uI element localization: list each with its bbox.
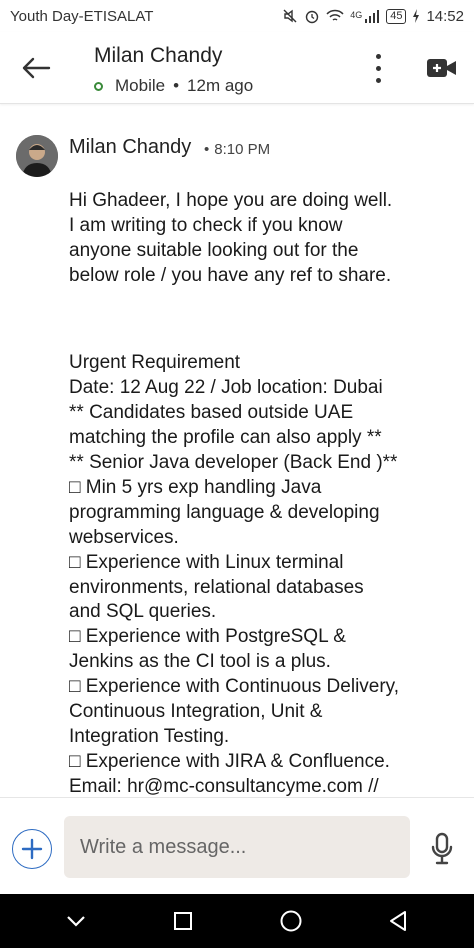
- microphone-icon: [431, 832, 453, 865]
- chevron-down-icon: [66, 916, 85, 927]
- network-type: 4G: [350, 9, 363, 20]
- video-call-button[interactable]: [426, 56, 458, 80]
- message-input[interactable]: [64, 816, 410, 878]
- nav-recents-button[interactable]: [168, 906, 198, 936]
- more-options-button[interactable]: [366, 50, 390, 86]
- timestamp-separator: •: [204, 141, 210, 158]
- online-indicator-icon: [94, 81, 103, 91]
- back-button[interactable]: [18, 52, 54, 84]
- presence-last-seen: 12m ago: [187, 76, 254, 95]
- alarm-icon: [305, 10, 319, 24]
- presence-status: Mobile • 12m ago: [94, 76, 253, 96]
- contact-name[interactable]: Milan Chandy: [94, 44, 222, 68]
- nav-down-button[interactable]: [61, 906, 91, 936]
- message-sender-name[interactable]: Milan Chandy: [69, 136, 191, 159]
- wifi-icon: [326, 9, 344, 21]
- mute-icon: [283, 9, 297, 23]
- presence-separator: •: [173, 76, 180, 95]
- signal-icon: [365, 10, 380, 23]
- clock: 14:52: [426, 7, 464, 25]
- carrier-name: Youth Day-ETISALAT: [10, 7, 154, 25]
- message-body: Hi Ghadeer, I hope you are doing well. I…: [69, 164, 469, 874]
- status-icons: 4G 45 14:52: [282, 8, 464, 25]
- compose-bar: [0, 797, 474, 894]
- message-thread[interactable]: Milan Chandy • 8:10 PM Hi Ghadeer, I hope…: [0, 105, 474, 847]
- conversation-header: Milan Chandy Mobile • 12m ago: [0, 32, 474, 104]
- nav-home-button[interactable]: [276, 906, 306, 936]
- status-bar: Youth Day-ETISALAT 4G 45 14:52: [0, 0, 474, 32]
- presence-device: Mobile: [115, 76, 166, 95]
- nav-recents-icon: [174, 912, 193, 930]
- message-time: 8:10 PM: [214, 141, 271, 158]
- nav-back-button[interactable]: [383, 906, 413, 936]
- nav-home-icon: [280, 910, 302, 932]
- more-options-icon: [375, 53, 381, 59]
- message-intro: Hi Ghadeer, I hope you are doing well. I…: [69, 189, 393, 286]
- message-timestamp: • 8:10 PM: [204, 141, 270, 158]
- battery-level: 45: [386, 8, 407, 24]
- message-job-details: Urgent Requirement Date: 12 Aug 22 / Job…: [69, 352, 400, 846]
- back-arrow-icon: [22, 57, 51, 79]
- sender-avatar[interactable]: [16, 135, 58, 177]
- charging-icon: [413, 9, 420, 23]
- add-icon: [21, 838, 43, 860]
- avatar-photo-icon: [16, 135, 58, 177]
- add-attachment-button[interactable]: [12, 829, 52, 869]
- voice-message-button[interactable]: [428, 832, 456, 866]
- nav-back-icon: [390, 911, 407, 931]
- system-navigation-bar: [0, 894, 474, 948]
- video-call-icon: [427, 59, 456, 77]
